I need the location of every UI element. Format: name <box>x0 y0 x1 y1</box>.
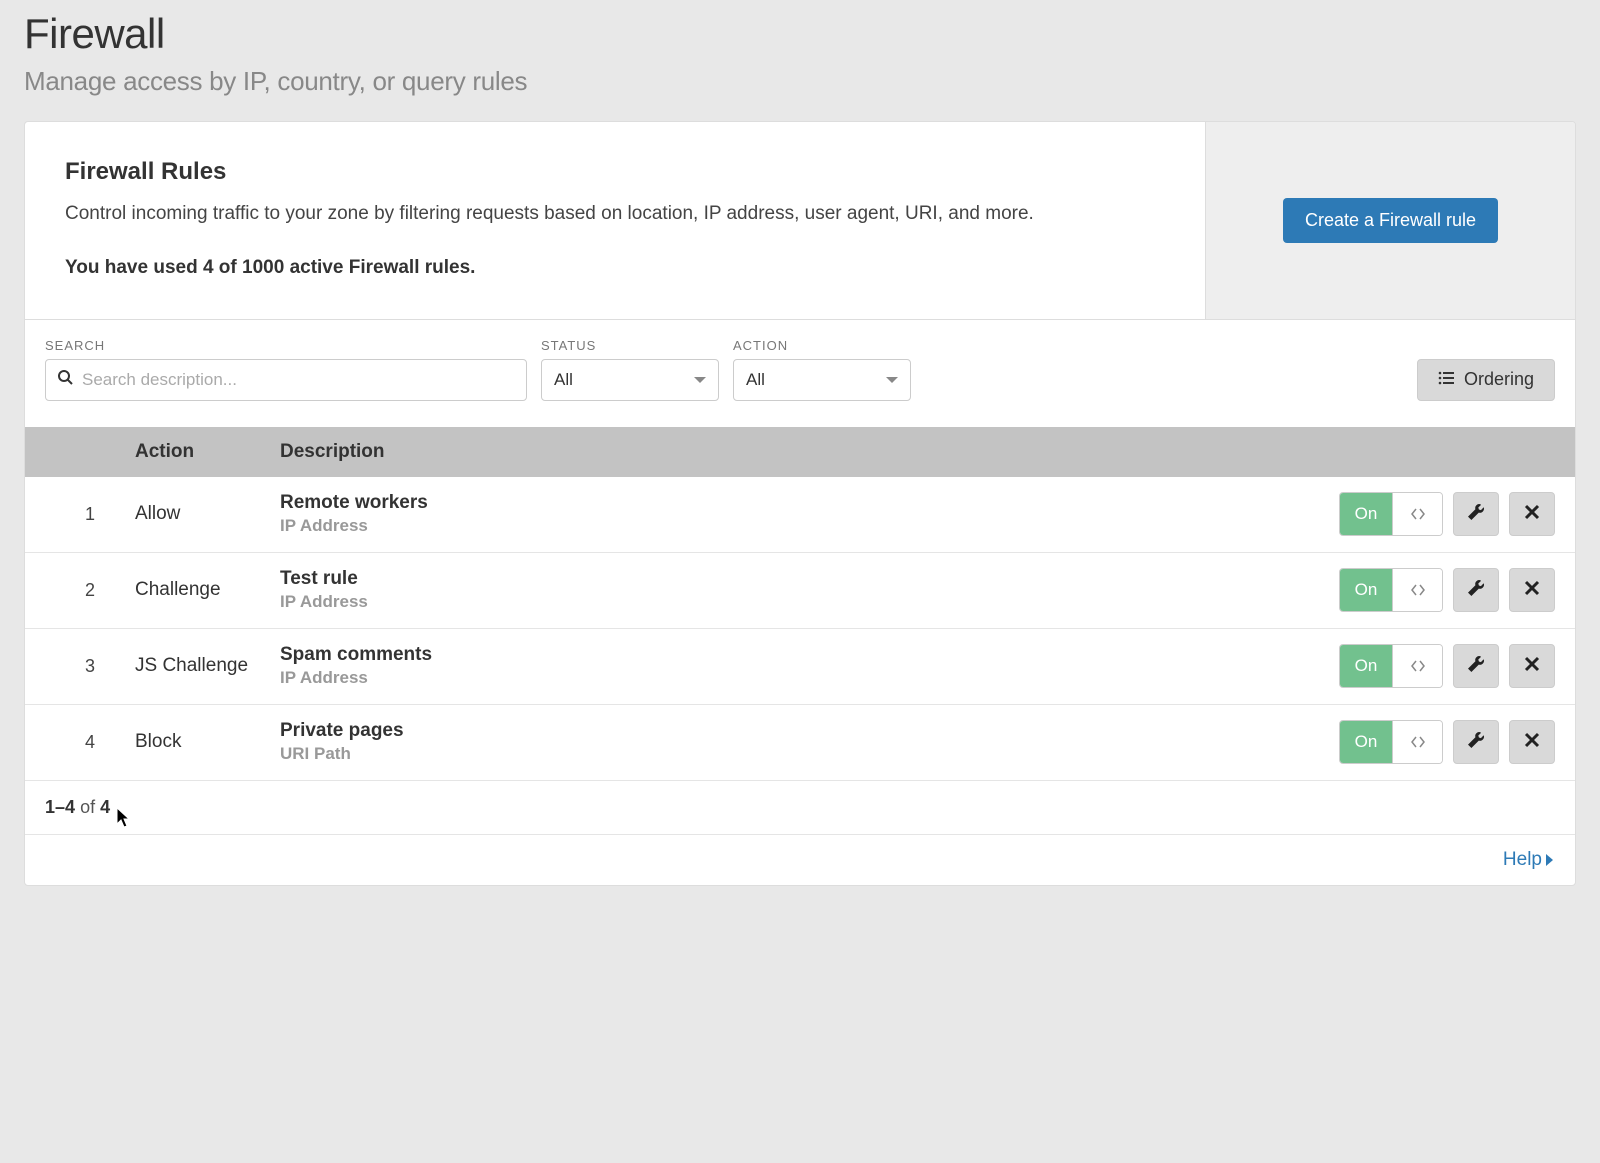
page-subtitle: Manage access by IP, country, or query r… <box>24 66 1576 97</box>
toggle-handle-icon <box>1392 645 1442 687</box>
table-row: 4 Block Private pages URI Path On <box>25 705 1575 781</box>
row-description: Private pages URI Path <box>280 720 1315 764</box>
edit-button[interactable] <box>1453 492 1499 536</box>
close-icon <box>1524 580 1540 601</box>
enable-toggle[interactable]: On <box>1339 568 1443 612</box>
wrench-icon <box>1466 502 1486 527</box>
card-top-left: Firewall Rules Control incoming traffic … <box>25 122 1205 319</box>
wrench-icon <box>1466 578 1486 603</box>
ordering-button[interactable]: Ordering <box>1417 359 1555 401</box>
help-link-label: Help <box>1503 849 1542 871</box>
table-row: 3 JS Challenge Spam comments IP Address … <box>25 629 1575 705</box>
chevron-right-icon <box>1546 854 1553 866</box>
row-action: Challenge <box>135 579 280 601</box>
row-index: 3 <box>45 656 135 677</box>
close-icon <box>1524 656 1540 677</box>
row-description: Test rule IP Address <box>280 568 1315 612</box>
row-desc-sub: IP Address <box>280 516 1315 536</box>
search-input[interactable] <box>45 359 527 401</box>
edit-button[interactable] <box>1453 720 1499 764</box>
list-icon <box>1438 369 1454 390</box>
row-index: 2 <box>45 580 135 601</box>
delete-button[interactable] <box>1509 568 1555 612</box>
search-filter-group: SEARCH <box>45 338 527 401</box>
toggle-on-label: On <box>1340 493 1392 535</box>
pagination-total: 4 <box>100 797 110 817</box>
row-description: Remote workers IP Address <box>280 492 1315 536</box>
table-header-description: Description <box>280 441 1315 463</box>
section-description: Control incoming traffic to your zone by… <box>65 200 1165 229</box>
toggle-on-label: On <box>1340 721 1392 763</box>
pagination-range: 1–4 <box>45 797 75 817</box>
enable-toggle[interactable]: On <box>1339 720 1443 764</box>
pagination: 1–4 of 4 <box>25 781 1575 835</box>
row-desc-title: Test rule <box>280 568 1315 590</box>
wrench-icon <box>1466 654 1486 679</box>
close-icon <box>1524 732 1540 753</box>
status-label: STATUS <box>541 338 719 353</box>
toggle-on-label: On <box>1340 645 1392 687</box>
close-icon <box>1524 504 1540 525</box>
table-header-action: Action <box>135 441 280 463</box>
row-desc-sub: IP Address <box>280 668 1315 688</box>
card-top: Firewall Rules Control incoming traffic … <box>25 122 1575 319</box>
help-row: Help <box>25 835 1575 885</box>
help-link[interactable]: Help <box>1503 849 1553 871</box>
action-label: ACTION <box>733 338 911 353</box>
delete-button[interactable] <box>1509 644 1555 688</box>
status-select-value: All <box>554 370 573 390</box>
create-firewall-rule-button[interactable]: Create a Firewall rule <box>1283 198 1498 243</box>
action-select-value: All <box>746 370 765 390</box>
table-body: 1 Allow Remote workers IP Address On <box>25 477 1575 781</box>
action-select[interactable]: All <box>733 359 911 401</box>
row-desc-sub: IP Address <box>280 592 1315 612</box>
chevron-down-icon <box>886 377 898 383</box>
row-description: Spam comments IP Address <box>280 644 1315 688</box>
section-usage: You have used 4 of 1000 active Firewall … <box>65 257 1165 279</box>
toggle-handle-icon <box>1392 569 1442 611</box>
table-row: 2 Challenge Test rule IP Address On <box>25 553 1575 629</box>
toggle-on-label: On <box>1340 569 1392 611</box>
row-desc-title: Private pages <box>280 720 1315 742</box>
enable-toggle[interactable]: On <box>1339 492 1443 536</box>
wrench-icon <box>1466 730 1486 755</box>
row-index: 1 <box>45 504 135 525</box>
card-top-right: Create a Firewall rule <box>1205 122 1575 319</box>
pagination-of: of <box>80 797 95 817</box>
firewall-card: Firewall Rules Control incoming traffic … <box>24 121 1576 886</box>
row-action: Block <box>135 731 280 753</box>
delete-button[interactable] <box>1509 492 1555 536</box>
page-header: Firewall Manage access by IP, country, o… <box>24 0 1576 121</box>
row-index: 4 <box>45 732 135 753</box>
table-header: Action Description <box>25 427 1575 477</box>
row-action: JS Challenge <box>135 655 280 677</box>
chevron-down-icon <box>694 377 706 383</box>
status-select[interactable]: All <box>541 359 719 401</box>
edit-button[interactable] <box>1453 644 1499 688</box>
table-row: 1 Allow Remote workers IP Address On <box>25 477 1575 553</box>
toggle-handle-icon <box>1392 721 1442 763</box>
filters-bar: SEARCH STATUS All ACTION All <box>25 319 1575 427</box>
toggle-handle-icon <box>1392 493 1442 535</box>
action-filter-group: ACTION All <box>733 338 911 401</box>
enable-toggle[interactable]: On <box>1339 644 1443 688</box>
row-desc-sub: URI Path <box>280 744 1315 764</box>
row-desc-title: Remote workers <box>280 492 1315 514</box>
status-filter-group: STATUS All <box>541 338 719 401</box>
row-action: Allow <box>135 503 280 525</box>
section-title: Firewall Rules <box>65 158 1165 186</box>
page-title: Firewall <box>24 10 1576 58</box>
search-label: SEARCH <box>45 338 527 353</box>
delete-button[interactable] <box>1509 720 1555 764</box>
edit-button[interactable] <box>1453 568 1499 612</box>
row-desc-title: Spam comments <box>280 644 1315 666</box>
ordering-button-label: Ordering <box>1464 369 1534 390</box>
